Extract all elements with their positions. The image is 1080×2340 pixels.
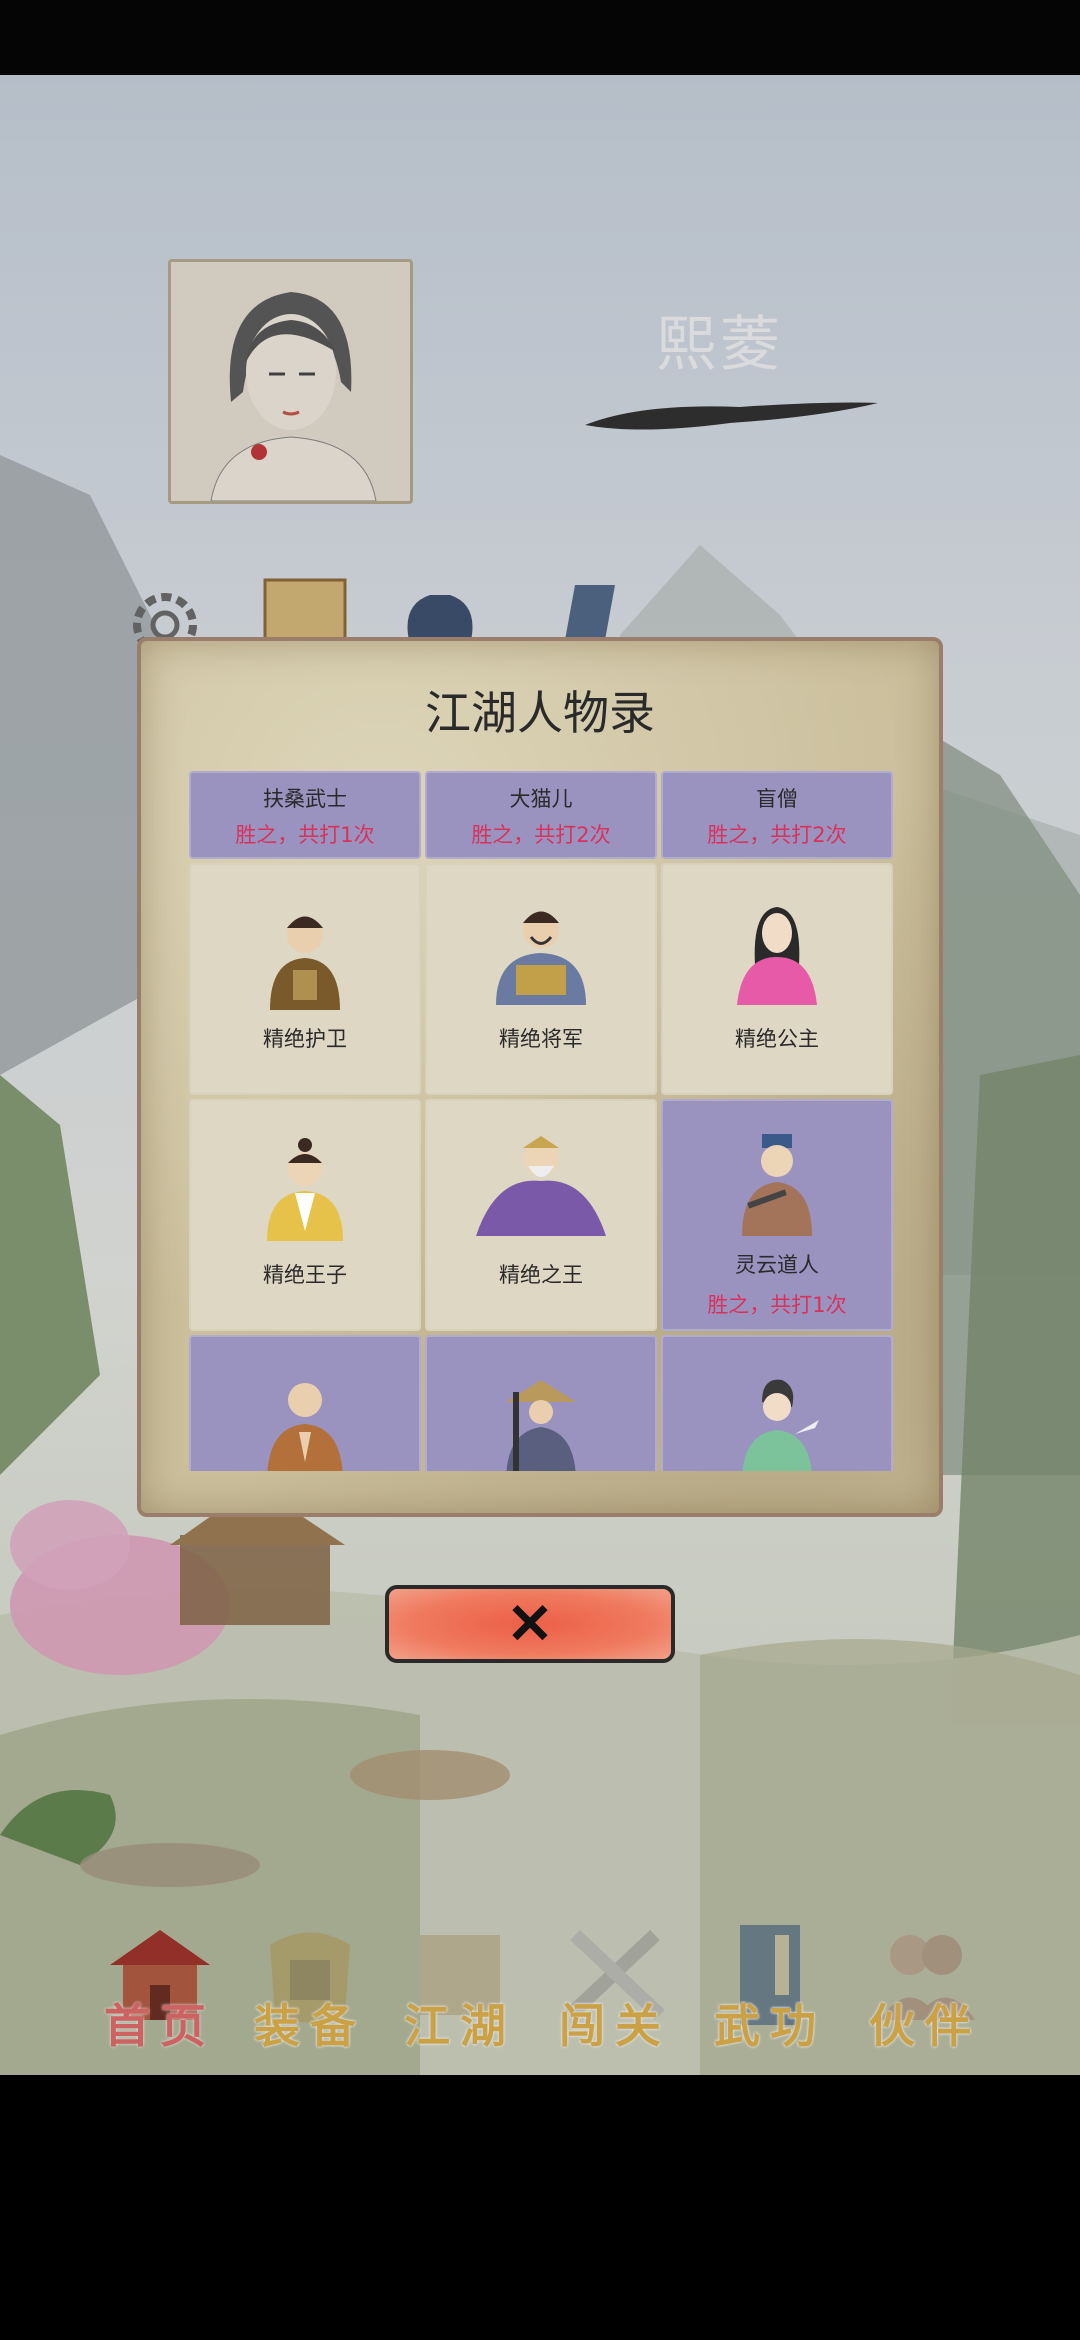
guard-portrait <box>270 916 340 1010</box>
monk-portrait <box>267 1383 343 1471</box>
roster-cell[interactable] <box>189 1335 421 1471</box>
roster-cell[interactable]: 精绝之王 <box>425 1099 657 1331</box>
princess-portrait <box>737 907 817 1005</box>
character-name: 精绝公主 <box>735 1027 819 1051</box>
straw-hat-swordsman-portrait <box>506 1380 576 1471</box>
general-portrait <box>496 911 586 1005</box>
character-name: 大猫儿 <box>509 787 573 811</box>
lady-portrait <box>742 1379 819 1471</box>
taoist-portrait <box>742 1134 812 1236</box>
roster-cell[interactable]: 精绝王子 <box>189 1099 421 1331</box>
roster-cell[interactable]: 扶桑武士 胜之，共打1次 <box>189 771 421 859</box>
close-icon: ✕ <box>506 1591 554 1657</box>
battle-record: 胜之，共打2次 <box>707 823 847 847</box>
roster-cell[interactable] <box>425 1335 657 1471</box>
character-name: 盲僧 <box>756 787 798 811</box>
roster-cell[interactable] <box>661 1335 893 1471</box>
battle-record: 胜之，共打2次 <box>471 823 611 847</box>
character-name: 精绝护卫 <box>263 1027 347 1051</box>
roster-cell[interactable]: 盲僧 胜之，共打2次 <box>661 771 893 859</box>
dialog-title: 江湖人物录 <box>425 686 655 740</box>
roster-cell[interactable]: 精绝公主 <box>661 863 893 1095</box>
roster-cell[interactable]: 精绝将军 <box>425 863 657 1095</box>
character-name: 灵云道人 <box>735 1253 819 1277</box>
roster-cell[interactable]: 精绝护卫 <box>189 863 421 1095</box>
prince-portrait <box>267 1138 343 1241</box>
roster-cell[interactable]: 大猫儿 胜之，共打2次 <box>425 771 657 859</box>
character-name: 精绝之王 <box>499 1263 583 1287</box>
close-dialog-button[interactable]: ✕ <box>385 1585 675 1663</box>
roster-cell[interactable]: 灵云道人 胜之，共打1次 <box>661 1099 893 1331</box>
character-roster-dialog: 江湖人物录 扶桑武士 胜之，共打1次 大猫儿 胜之，共打2次 盲僧 胜之，共打2… <box>137 637 943 1517</box>
roster-grid: 扶桑武士 胜之，共打1次 大猫儿 胜之，共打2次 盲僧 胜之，共打2次 精绝护卫 <box>189 771 893 1471</box>
battle-record: 胜之，共打1次 <box>707 1293 847 1317</box>
character-name: 扶桑武士 <box>263 787 347 811</box>
king-portrait <box>476 1136 606 1236</box>
character-name: 精绝王子 <box>263 1263 347 1287</box>
system-navigation-area <box>0 2075 1080 2340</box>
battle-record: 胜之，共打1次 <box>235 823 375 847</box>
character-name: 精绝将军 <box>499 1027 583 1051</box>
